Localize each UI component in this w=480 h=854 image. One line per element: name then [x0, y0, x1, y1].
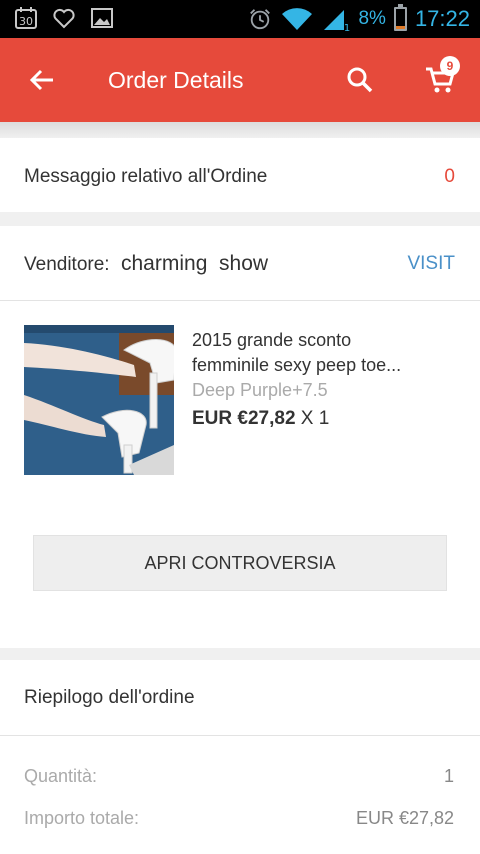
- product-title-line1[interactable]: 2015 grande sconto: [192, 330, 351, 351]
- summary-divider: [0, 735, 480, 736]
- battery-percent: 8%: [358, 8, 386, 29]
- battery-icon: [393, 4, 407, 31]
- product-price: EUR €27,82: [192, 408, 296, 429]
- app-bar-shadow: [0, 122, 480, 138]
- seller-name: charming show: [121, 252, 269, 275]
- back-button[interactable]: [22, 60, 62, 100]
- notification-icons: 30: [14, 6, 114, 30]
- product-variant: Deep Purple+7.5: [192, 380, 328, 400]
- product-image[interactable]: [24, 325, 174, 475]
- signal-icon: 1: [322, 7, 350, 32]
- product-price-row: EUR €27,82 X 1: [192, 408, 329, 430]
- total-amount-value: EUR €27,82: [355, 808, 454, 828]
- system-status: 1 8% 17:22: [248, 4, 470, 34]
- product-quantity: X 1: [300, 408, 330, 429]
- seller-label: Venditore:: [24, 254, 110, 275]
- total-amount-label: Importo totale:: [24, 808, 140, 828]
- search-button[interactable]: [340, 60, 380, 100]
- clock: 17:22: [414, 6, 470, 31]
- order-message-label: Messaggio relativo all'Ordine: [24, 166, 268, 187]
- app-bar: Order Details: [0, 38, 480, 122]
- status-bar: 30 1 8% 17:22: [0, 0, 480, 38]
- alarm-icon: [248, 7, 272, 31]
- summary-title: Riepilogo dell'ordine: [24, 687, 195, 708]
- sim-label: 1: [344, 23, 350, 32]
- product-title-line2[interactable]: femminile sexy peep toe...: [192, 355, 401, 376]
- calendar-day: 30: [19, 15, 33, 28]
- search-icon: [347, 67, 373, 93]
- order-message-count: 0: [444, 166, 455, 187]
- wifi-icon: [280, 7, 314, 31]
- calendar-icon: 30: [14, 6, 38, 30]
- quantity-value: 1: [443, 766, 454, 786]
- quantity-label: Quantità:: [24, 766, 98, 786]
- page-title: Order Details: [108, 67, 244, 93]
- order-message-row[interactable]: Messaggio relativo all'Ordine 0: [0, 138, 480, 212]
- heart-icon: [52, 6, 76, 30]
- seller-divider: [0, 300, 480, 301]
- open-dispute-button[interactable]: APRI CONTROVERSIA: [33, 535, 447, 591]
- cart-count-badge: 9: [440, 56, 460, 76]
- visit-store-link[interactable]: VISIT: [407, 253, 455, 275]
- arrow-left-icon: [29, 69, 53, 91]
- image-icon: [90, 6, 114, 30]
